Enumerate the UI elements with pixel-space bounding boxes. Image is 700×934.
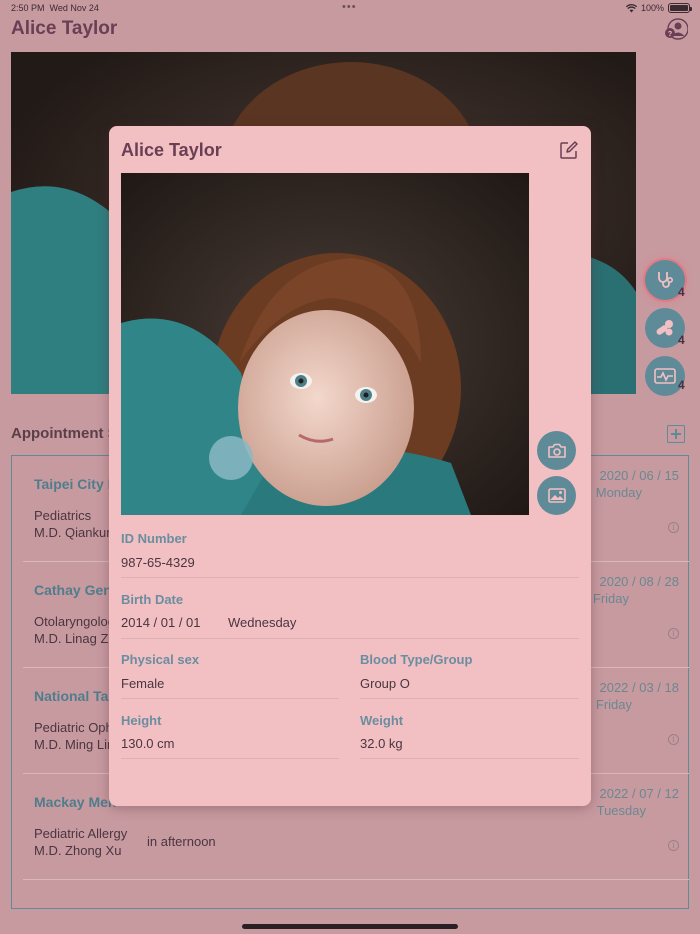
patient-photo — [121, 173, 529, 515]
photo-icon — [547, 488, 566, 503]
multitask-dots[interactable]: ••• — [342, 1, 357, 13]
doctor-name: M.D. Zhong Xu — [34, 843, 122, 858]
hospital-name: National Taiv — [34, 688, 121, 704]
appointment-date: 2020 / 06 / 15 — [599, 468, 679, 483]
hospital-name: Cathay Gene — [34, 582, 120, 598]
divider — [121, 698, 339, 699]
appointment-date: 2022 / 07 / 12 — [599, 786, 679, 801]
wifi-icon — [625, 3, 637, 12]
person-help-icon[interactable]: ? — [664, 17, 688, 41]
doctor-name: M.D. Ming Lin — [34, 737, 115, 752]
page-title: Alice Taylor — [11, 18, 118, 39]
id-number-label: ID Number — [121, 531, 187, 546]
battery-percent: 100% — [640, 3, 664, 13]
hospital-name: Mackay Men — [34, 794, 117, 810]
pills-icon — [656, 320, 673, 336]
vitals-badge: 4 — [678, 378, 685, 392]
height-value[interactable]: 130.0 cm — [121, 736, 174, 751]
divider — [121, 758, 339, 759]
camera-button[interactable] — [537, 431, 576, 470]
appointment-weekday: Friday — [592, 591, 629, 606]
height-label: Height — [121, 713, 162, 728]
appointment-date: 2022 / 03 / 18 — [599, 680, 679, 695]
divider — [360, 758, 579, 759]
edit-icon[interactable] — [559, 140, 579, 160]
medical-records-badge: 4 — [678, 285, 685, 299]
divider — [360, 698, 579, 699]
blood-type-value[interactable]: Group O — [360, 676, 410, 691]
info-icon[interactable]: i — [668, 840, 679, 851]
photo-library-button[interactable] — [537, 476, 576, 515]
department: Pediatrics — [34, 508, 92, 523]
appointment-weekday: Friday — [595, 697, 632, 712]
info-icon[interactable]: i — [668, 734, 679, 745]
department: Pediatric Allergy — [34, 826, 128, 841]
divider — [121, 577, 579, 578]
status-bar: 2:50 PM Wed Nov 24 ••• 100% — [0, 0, 700, 16]
appointment-note: in afternoon — [147, 834, 216, 849]
add-appointment-button[interactable] — [667, 425, 685, 443]
status-right: 100% — [625, 3, 692, 13]
appointment-date: 2020 / 08 / 28 — [599, 574, 679, 589]
department: Pediatric Ophtl — [34, 720, 120, 735]
hospital-name: Taipei City H — [34, 476, 118, 492]
birth-date-label: Birth Date — [121, 592, 184, 607]
info-icon[interactable]: i — [668, 628, 679, 639]
patient-profile-modal: Alice Taylor ID Number 987-65-4329 Birth… — [109, 126, 591, 806]
heart-monitor-icon — [654, 368, 676, 384]
birth-date-value[interactable]: 2014 / 01 / 01 — [121, 615, 201, 630]
modal-title: Alice Taylor — [121, 140, 222, 160]
blood-type-label: Blood Type/Group — [360, 652, 473, 667]
stethoscope-icon — [658, 272, 674, 288]
appointment-weekday: Tuesday — [596, 803, 646, 818]
appointments-title: Appointment S — [11, 425, 118, 442]
divider — [121, 638, 579, 639]
medication-badge: 4 — [678, 333, 685, 347]
camera-icon — [547, 443, 566, 458]
svg-text:?: ? — [668, 31, 672, 38]
weight-value[interactable]: 32.0 kg — [360, 736, 403, 751]
birth-weekday: Wednesday — [228, 615, 297, 630]
weight-label: Weight — [360, 713, 404, 728]
id-number-value[interactable]: 987-65-4329 — [121, 555, 195, 570]
home-indicator[interactable] — [242, 924, 458, 929]
physical-sex-value[interactable]: Female — [121, 676, 164, 691]
physical-sex-label: Physical sex — [121, 652, 200, 667]
battery-icon — [668, 3, 692, 13]
info-icon[interactable]: i — [668, 522, 679, 533]
appointment-weekday: Monday — [595, 485, 642, 500]
status-time: 2:50 PM Wed Nov 24 — [11, 3, 99, 13]
